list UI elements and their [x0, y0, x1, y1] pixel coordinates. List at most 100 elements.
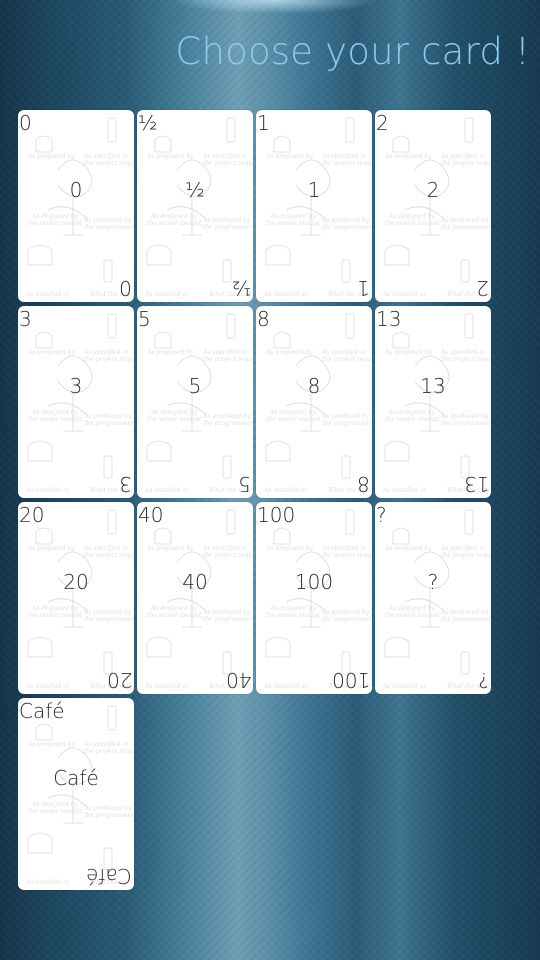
- svg-text:the senior analyst: the senior analyst: [28, 808, 83, 815]
- card-corner-value-bottom: 40: [225, 668, 251, 692]
- poker-card[interactable]: As proposed by As specified in the proje…: [137, 110, 253, 302]
- svg-text:As installed at: As installed at: [382, 291, 427, 298]
- svg-text:As produced by: As produced by: [202, 217, 251, 224]
- svg-text:As proposed by: As proposed by: [27, 741, 75, 748]
- svg-text:the senior analyst: the senior analyst: [385, 612, 440, 619]
- svg-text:As produced by: As produced by: [440, 413, 489, 420]
- svg-text:the senior analyst: the senior analyst: [385, 220, 440, 227]
- svg-text:the project request: the project request: [441, 160, 491, 167]
- svg-text:As specified in: As specified in: [83, 545, 128, 552]
- svg-text:As designed by: As designed by: [31, 213, 79, 220]
- svg-text:As proposed by: As proposed by: [27, 349, 75, 356]
- poker-card[interactable]: As proposed by As specified in the proje…: [256, 306, 372, 498]
- svg-text:the project request: the project request: [322, 552, 372, 559]
- svg-text:As installed at: As installed at: [25, 487, 70, 494]
- card-grid: As proposed by As specified in the proje…: [18, 110, 494, 890]
- svg-text:As produced by: As produced by: [83, 413, 132, 420]
- svg-text:As specified in: As specified in: [440, 153, 485, 160]
- page-title: Choose your card !: [175, 30, 530, 73]
- poker-card[interactable]: As proposed by As specified in the proje…: [375, 502, 491, 694]
- svg-text:As designed by: As designed by: [150, 605, 198, 612]
- svg-text:As specified in: As specified in: [83, 349, 128, 356]
- svg-text:the programmers: the programmers: [441, 420, 491, 427]
- svg-text:As installed at: As installed at: [263, 291, 308, 298]
- svg-text:the senior analyst: the senior analyst: [147, 612, 202, 619]
- card-value: 13: [420, 374, 446, 398]
- svg-text:As installed at: As installed at: [25, 291, 70, 298]
- card-corner-value-top: 2: [376, 111, 389, 135]
- svg-text:As produced by: As produced by: [321, 609, 370, 616]
- card-corner-value-top: 20: [19, 503, 45, 527]
- card-corner-value-top: 5: [138, 307, 151, 331]
- svg-text:As produced by: As produced by: [83, 217, 132, 224]
- poker-card[interactable]: As proposed by As specified in the proje…: [18, 306, 134, 498]
- card-value: 20: [63, 570, 89, 594]
- poker-card[interactable]: As proposed by As specified in the proje…: [256, 502, 372, 694]
- poker-card[interactable]: As proposed by As specified in the proje…: [18, 698, 134, 890]
- card-value: 8: [307, 374, 321, 398]
- poker-card[interactable]: As proposed by As specified in the proje…: [256, 110, 372, 302]
- svg-text:the programmers: the programmers: [322, 420, 372, 427]
- svg-text:As produced by: As produced by: [83, 609, 132, 616]
- svg-text:the senior analyst: the senior analyst: [28, 416, 83, 423]
- svg-text:As specified in: As specified in: [202, 545, 247, 552]
- svg-text:As produced by: As produced by: [440, 609, 489, 616]
- svg-text:the programmers: the programmers: [203, 616, 253, 623]
- card-corner-value-bottom: 100: [331, 668, 370, 692]
- svg-text:As designed by: As designed by: [31, 605, 79, 612]
- svg-text:As designed by: As designed by: [31, 801, 79, 808]
- card-value: ?: [427, 570, 439, 594]
- svg-text:the programmers: the programmers: [84, 812, 134, 819]
- poker-card[interactable]: As proposed by As specified in the proje…: [137, 306, 253, 498]
- svg-text:the project request: the project request: [84, 552, 134, 559]
- svg-text:As designed by: As designed by: [269, 409, 317, 416]
- svg-text:As specified in: As specified in: [83, 153, 128, 160]
- svg-text:As designed by: As designed by: [388, 605, 436, 612]
- svg-text:As proposed by: As proposed by: [384, 545, 432, 552]
- svg-text:As specified in: As specified in: [440, 545, 485, 552]
- svg-text:As specified in: As specified in: [321, 545, 366, 552]
- card-corner-value-top: ?: [376, 503, 387, 527]
- svg-text:the programmers: the programmers: [322, 224, 372, 231]
- svg-text:As installed at: As installed at: [144, 487, 189, 494]
- card-corner-value-bottom: Café: [86, 864, 132, 888]
- card-corner-value-bottom: 0: [119, 276, 132, 300]
- svg-text:As specified in: As specified in: [321, 349, 366, 356]
- card-value: 2: [426, 178, 440, 202]
- svg-text:As proposed by: As proposed by: [384, 153, 432, 160]
- poker-card[interactable]: As proposed by As specified in the proje…: [375, 110, 491, 302]
- svg-text:As produced by: As produced by: [440, 217, 489, 224]
- poker-card[interactable]: As proposed by As specified in the proje…: [137, 502, 253, 694]
- svg-text:the project request: the project request: [84, 160, 134, 167]
- card-corner-value-top: ½: [138, 111, 158, 135]
- poker-card[interactable]: As proposed by As specified in the proje…: [18, 110, 134, 302]
- svg-text:the senior analyst: the senior analyst: [28, 220, 83, 227]
- poker-card[interactable]: As proposed by As specified in the proje…: [375, 306, 491, 498]
- card-corner-value-top: 3: [19, 307, 32, 331]
- card-value: 5: [188, 374, 202, 398]
- top-glow: [170, 0, 380, 14]
- card-corner-value-top: 8: [257, 307, 270, 331]
- svg-text:As installed at: As installed at: [25, 683, 70, 690]
- svg-text:As installed at: As installed at: [144, 291, 189, 298]
- poker-card[interactable]: As proposed by As specified in the proje…: [18, 502, 134, 694]
- svg-text:the project request: the project request: [203, 552, 253, 559]
- svg-text:the project request: the project request: [441, 552, 491, 559]
- svg-text:the project request: the project request: [84, 356, 134, 363]
- card-value: 3: [69, 374, 83, 398]
- svg-text:the project request: the project request: [203, 160, 253, 167]
- svg-text:As installed at: As installed at: [263, 487, 308, 494]
- svg-text:As specified in: As specified in: [321, 153, 366, 160]
- svg-text:As installed at: As installed at: [382, 683, 427, 690]
- svg-text:As produced by: As produced by: [83, 805, 132, 812]
- svg-text:the senior analyst: the senior analyst: [385, 416, 440, 423]
- svg-text:As proposed by: As proposed by: [27, 545, 75, 552]
- card-value: 0: [69, 178, 83, 202]
- svg-text:the programmers: the programmers: [441, 616, 491, 623]
- svg-text:As installed at: As installed at: [263, 683, 308, 690]
- card-value: 40: [182, 570, 208, 594]
- card-corner-value-bottom: 8: [357, 472, 370, 496]
- svg-text:the senior analyst: the senior analyst: [147, 416, 202, 423]
- card-value: 100: [294, 570, 334, 594]
- card-corner-value-bottom: ?: [478, 668, 489, 692]
